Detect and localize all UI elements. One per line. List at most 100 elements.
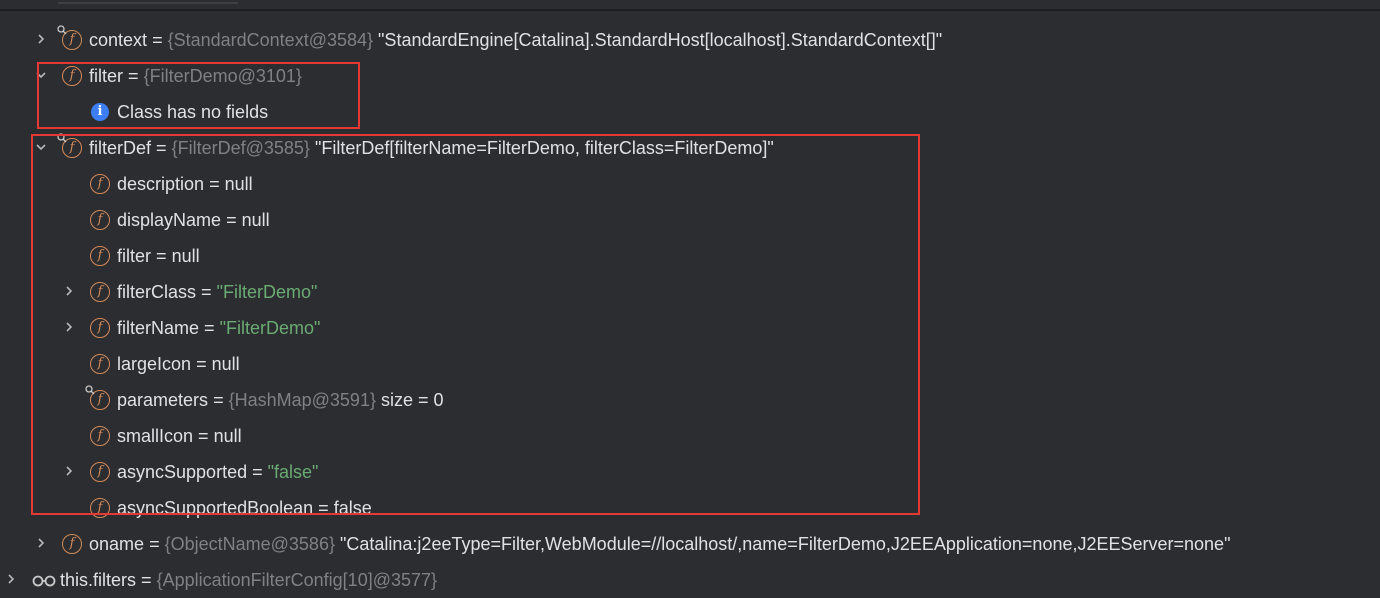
object-reference: {FilterDemo@3101} [143, 66, 302, 86]
object-reference: {FilterDef@3585} [171, 138, 310, 158]
variable-row-asyncsupported[interactable]: f asyncSupported = "false" [0, 454, 1380, 490]
variable-name: filterName [117, 318, 200, 338]
variable-row-smallicon[interactable]: f smallIcon = null [0, 418, 1380, 454]
variable-value: null [224, 174, 253, 194]
variable-text: parameters = {HashMap@3591} size = 0 [117, 382, 444, 418]
variable-name: oname [89, 534, 145, 554]
field-icon: f [90, 174, 110, 194]
variable-row-context[interactable]: f context = {StandardContext@3584} "Stan… [0, 22, 1380, 58]
variable-value: size = 0 [380, 390, 444, 410]
field-icon: f [90, 462, 110, 482]
watch-badge-icon [57, 25, 67, 35]
chevron-right-icon[interactable] [36, 34, 46, 44]
field-icon: f [85, 385, 110, 410]
equals-sign: = [156, 138, 167, 158]
watch-glasses-icon [32, 575, 56, 587]
equals-sign: = [213, 390, 224, 410]
watch-row-this-filters[interactable]: this.filters = {ApplicationFilterConfig[… [0, 562, 1380, 598]
watch-badge-icon [85, 385, 95, 395]
variable-name: largeIcon [117, 354, 192, 374]
object-reference: {HashMap@3591} [228, 390, 376, 410]
equals-sign: = [149, 534, 160, 554]
equals-sign: = [204, 318, 215, 338]
variable-name: context [89, 30, 148, 50]
string-value: "FilterDemo" [216, 282, 318, 302]
variable-row-largeicon[interactable]: f largeIcon = null [0, 346, 1380, 382]
variable-row-filterdef[interactable]: f filterDef = {FilterDef@3585} "FilterDe… [0, 130, 1380, 166]
variable-name: filter [89, 66, 124, 86]
watch-badge-icon [57, 133, 67, 143]
variable-text: filter = null [117, 238, 200, 274]
variable-name: displayName [117, 210, 222, 230]
chevron-right-icon[interactable] [64, 466, 74, 476]
equals-sign: = [196, 354, 207, 374]
object-reference: {ApplicationFilterConfig[10]@3577} [156, 570, 438, 590]
variable-name: asyncSupported [117, 462, 248, 482]
field-icon: f [62, 66, 82, 86]
variable-value: "StandardEngine[Catalina].StandardHost[l… [378, 30, 943, 50]
equals-sign: = [128, 66, 139, 86]
equals-sign: = [152, 30, 163, 50]
info-message: Class has no fields [117, 102, 269, 122]
variable-row-description[interactable]: f description = null [0, 166, 1380, 202]
variable-row-asyncsupportedboolean[interactable]: f asyncSupportedBoolean = false [0, 490, 1380, 526]
variable-row-filter[interactable]: f filter = {FilterDemo@3101} [0, 58, 1380, 94]
variable-text: asyncSupportedBoolean = false [117, 490, 372, 526]
field-icon: f [90, 246, 110, 266]
variable-value: "FilterDef[filterName=FilterDemo, filter… [314, 138, 774, 158]
variable-name: smallIcon [117, 426, 194, 446]
variable-row-parameters[interactable]: f parameters = {HashMap@3591} size = 0 [0, 382, 1380, 418]
variable-text: displayName = null [117, 202, 270, 238]
variable-text: context = {StandardContext@3584} "Standa… [89, 22, 942, 58]
clipped-previous-row [58, 0, 258, 9]
variable-text: filterClass = "FilterDemo" [117, 274, 317, 310]
chevron-right-icon[interactable] [36, 538, 46, 548]
equals-sign: = [318, 498, 329, 518]
variable-value: "Catalina:j2eeType=Filter,WebModule=//lo… [340, 534, 1231, 554]
equals-sign: = [141, 570, 152, 590]
chevron-down-icon[interactable] [36, 70, 46, 80]
chevron-right-icon[interactable] [64, 286, 74, 296]
equals-sign: = [209, 174, 220, 194]
chevron-down-icon[interactable] [36, 142, 46, 152]
variable-text: filterDef = {FilterDef@3585} "FilterDef[… [89, 130, 774, 166]
equals-sign: = [198, 426, 209, 446]
field-icon: f [90, 282, 110, 302]
field-icon: f [90, 426, 110, 446]
variable-text: this.filters = {ApplicationFilterConfig[… [60, 562, 437, 598]
variable-name: asyncSupportedBoolean [117, 498, 314, 518]
variable-name: filterDef [89, 138, 152, 158]
variable-text: largeIcon = null [117, 346, 240, 382]
info-row-no-fields: i Class has no fields [0, 94, 1380, 130]
variable-row-displayname[interactable]: f displayName = null [0, 202, 1380, 238]
variable-value: null [171, 246, 200, 266]
equals-sign: = [201, 282, 212, 302]
field-icon: f [90, 318, 110, 338]
variable-text: smallIcon = null [117, 418, 242, 454]
string-value: "FilterDemo" [219, 318, 321, 338]
field-icon: f [90, 210, 110, 230]
equals-sign: = [226, 210, 237, 230]
field-icon: f [90, 498, 110, 518]
variable-text: description = null [117, 166, 253, 202]
variable-row-filterclass[interactable]: f filterClass = "FilterDemo" [0, 274, 1380, 310]
variable-value: false [333, 498, 372, 518]
variable-row-filtername[interactable]: f filterName = "FilterDemo" [0, 310, 1380, 346]
variable-value: null [211, 354, 240, 374]
string-value: "false" [267, 462, 319, 482]
panel-separator [0, 9, 1380, 11]
variable-name: filterClass [117, 282, 197, 302]
equals-sign: = [156, 246, 167, 266]
variable-value: null [213, 426, 242, 446]
variable-row-filter-child[interactable]: f filter = null [0, 238, 1380, 274]
variable-text: filterName = "FilterDemo" [117, 310, 320, 346]
field-icon: f [90, 354, 110, 374]
variable-name: this.filters [60, 570, 137, 590]
field-icon: f [62, 534, 82, 554]
object-reference: {ObjectName@3586} [164, 534, 335, 554]
chevron-right-icon[interactable] [64, 322, 74, 332]
variable-text: asyncSupported = "false" [117, 454, 318, 490]
variable-row-oname[interactable]: f oname = {ObjectName@3586} "Catalina:j2… [0, 526, 1380, 562]
chevron-right-icon[interactable] [6, 574, 16, 584]
variable-name: parameters [117, 390, 209, 410]
